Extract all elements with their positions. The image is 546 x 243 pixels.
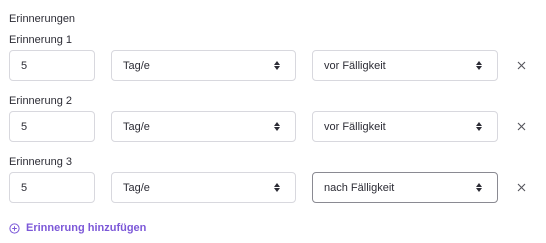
reminder-relation-select[interactable]: vor Fälligkeit [312, 50, 498, 81]
remove-reminder-button[interactable] [514, 119, 528, 133]
reminder-unit-select[interactable]: Tag/e [111, 50, 296, 81]
reminders-section-title: Erinnerungen [9, 13, 76, 25]
reminder-label: Erinnerung 1 [9, 34, 72, 46]
close-icon [517, 183, 525, 191]
close-icon [517, 61, 525, 69]
reminder-amount-input[interactable] [9, 111, 95, 142]
chevron-updown-icon [269, 122, 285, 131]
close-icon [517, 122, 525, 130]
reminder-relation-value: vor Fälligkeit [324, 59, 386, 72]
reminder-relation-select[interactable]: vor Fälligkeit [312, 111, 498, 142]
reminder-unit-select[interactable]: Tag/e [111, 172, 296, 203]
reminder-unit-value: Tag/e [123, 181, 150, 194]
reminder-amount-input[interactable] [9, 50, 95, 81]
chevron-updown-icon [471, 122, 487, 131]
remove-reminder-button[interactable] [514, 180, 528, 194]
reminder-unit-value: Tag/e [123, 120, 150, 133]
reminder-relation-value: nach Fälligkeit [324, 181, 395, 194]
chevron-updown-icon [269, 183, 285, 192]
reminder-unit-select[interactable]: Tag/e [111, 111, 296, 142]
chevron-updown-icon [269, 61, 285, 70]
reminder-relation-select[interactable]: nach Fälligkeit [312, 172, 498, 203]
reminder-relation-value: vor Fälligkeit [324, 120, 386, 133]
add-reminder-link[interactable]: Erinnerung hinzufügen [9, 222, 146, 234]
remove-reminder-button[interactable] [514, 58, 528, 72]
chevron-updown-icon [471, 183, 487, 192]
chevron-updown-icon [471, 61, 487, 70]
reminder-unit-value: Tag/e [123, 59, 150, 72]
reminder-label: Erinnerung 2 [9, 95, 72, 107]
reminder-amount-input[interactable] [9, 172, 95, 203]
reminder-label: Erinnerung 3 [9, 156, 72, 168]
add-reminder-label: Erinnerung hinzufügen [26, 222, 147, 234]
plus-circle-icon [9, 222, 20, 234]
